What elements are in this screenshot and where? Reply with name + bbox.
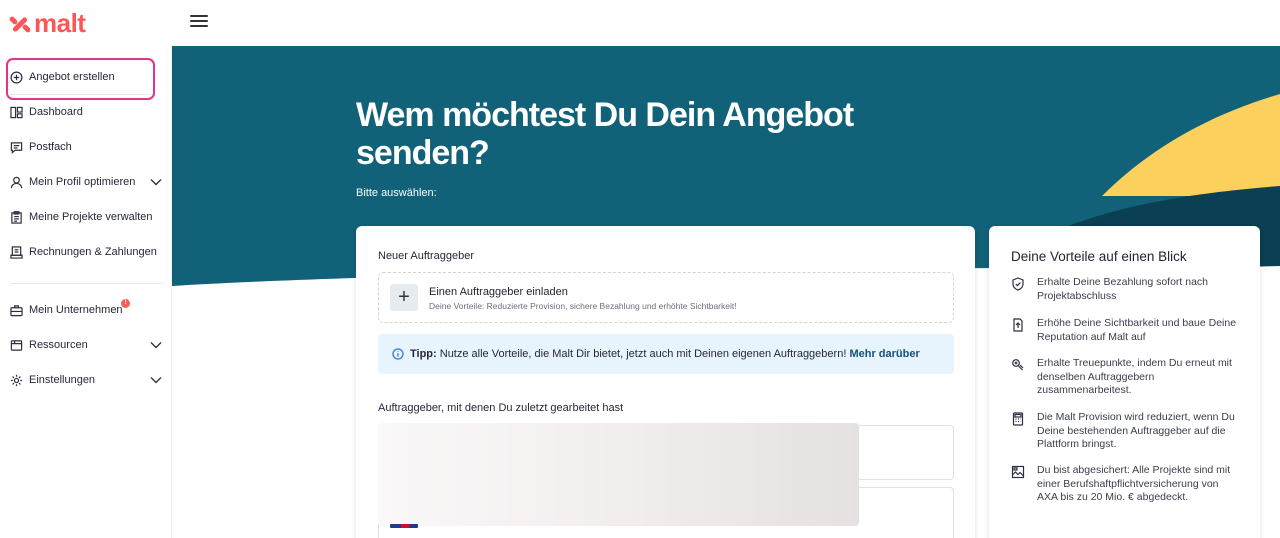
chevron-down-icon[interactable] [150, 339, 162, 351]
shield-check-icon [1011, 277, 1025, 291]
sidebar-item-label: Dashboard [29, 106, 83, 118]
sidebar-item-einstellungen[interactable]: Einstellungen [10, 370, 162, 390]
tip-text: Nutze alle Vorteile, die Malt Dir bietet… [439, 348, 847, 360]
malt-logo-icon [9, 16, 31, 32]
receipt-icon [10, 245, 23, 259]
benefit-item: Erhalte Deine Bezahlung sofort nach Proj… [1011, 276, 1241, 303]
gear-icon [10, 374, 23, 387]
benefit-text: Die Malt Provision wird reduziert, wenn … [1037, 411, 1235, 450]
sidebar-item-angebot-erstellen[interactable]: Angebot erstellen [10, 67, 160, 87]
sidebar-item-profil[interactable]: Mein Profil optimieren [10, 172, 162, 192]
page-subtitle: Bitte auswählen: [356, 187, 437, 199]
plus-circle-icon [10, 71, 23, 84]
tip-banner: Tipp: Nutze alle Vorteile, die Malt Dir … [378, 334, 954, 374]
sidebar-item-label: Mein Profil optimieren [29, 176, 136, 188]
sidebar-item-ressourcen[interactable]: Ressourcen [10, 335, 162, 355]
user-icon [10, 176, 23, 189]
benefit-text: Du bist abgesichert: Alle Projekte sind … [1037, 464, 1231, 503]
benefit-item: Du bist abgesichert: Alle Projekte sind … [1011, 464, 1241, 505]
plus-icon: + [390, 284, 418, 311]
benefit-item: Erhöhe Deine Sichtbarkeit und baue Deine… [1011, 317, 1241, 344]
invite-description: Deine Vorteile: Reduzierte Provision, si… [429, 301, 737, 311]
sidebar-item-label: Postfach [29, 141, 72, 153]
benefits-heading: Deine Vorteile auf einen Blick [1011, 249, 1187, 264]
sidebar-item-label: Einstellungen [29, 374, 96, 386]
benefit-item: Die Malt Provision wird reduziert, wenn … [1011, 411, 1241, 452]
sidebar-item-label: Meine Projekte verwalten [29, 211, 153, 223]
benefit-text: Erhöhe Deine Sichtbarkeit und baue Deine… [1037, 317, 1237, 343]
sidebar-item-label: Angebot erstellen [29, 71, 115, 83]
info-icon [392, 348, 404, 360]
sidebar-item-postfach[interactable]: Postfach [10, 137, 160, 157]
sidebar-item-label: Mein Unternehmen [29, 304, 123, 316]
menu-toggle-icon[interactable] [190, 15, 208, 29]
sidebar-item-label: Rechnungen & Zahlungen [29, 246, 157, 258]
benefit-item: Erhalte Treuepunkte, indem Du erneut mit… [1011, 357, 1241, 398]
notification-badge: ! [121, 299, 130, 308]
client-logo [390, 524, 418, 528]
tip-more-link[interactable]: Mehr darüber [849, 348, 919, 360]
malt-logo-text: malt [34, 8, 86, 38]
sidebar: Angebot erstellen Dashboard Postfach Mei… [0, 46, 172, 538]
invite-client-button[interactable]: + Einen Auftraggeber einladen Deine Vort… [378, 272, 954, 323]
insurance-icon [1011, 465, 1025, 479]
top-bar: malt [0, 0, 1280, 46]
sidebar-item-unternehmen[interactable]: Mein Unternehmen [10, 300, 160, 320]
sidebar-item-dashboard[interactable]: Dashboard [10, 102, 160, 122]
sidebar-item-label: Ressourcen [29, 339, 88, 351]
page-title: Wem möchtest Du Dein Angebot senden? [356, 96, 854, 172]
calculator-icon [1011, 412, 1025, 426]
new-client-heading: Neuer Auftraggeber [378, 250, 475, 262]
benefit-text: Erhalte Treuepunkte, indem Du erneut mit… [1037, 357, 1232, 396]
chevron-down-icon[interactable] [150, 374, 162, 386]
book-icon [10, 339, 23, 352]
client-selection-card: Neuer Auftraggeber + Einen Auftraggeber … [356, 226, 975, 538]
clipboard-icon [10, 210, 23, 224]
recent-clients-heading: Auftraggeber, mit denen Du zuletzt gearb… [378, 402, 624, 414]
tip-label: Tipp: [410, 348, 437, 360]
malt-logo[interactable]: malt [8, 8, 86, 39]
sidebar-item-rechnungen[interactable]: Rechnungen & Zahlungen [10, 242, 160, 262]
document-arrow-icon [1011, 318, 1025, 332]
chevron-down-icon[interactable] [150, 176, 162, 188]
redacted-overlay [378, 423, 859, 526]
message-icon [10, 141, 23, 154]
dashboard-icon [10, 106, 23, 119]
benefits-card: Deine Vorteile auf einen Blick Erhalte D… [989, 226, 1260, 538]
divider [8, 94, 150, 95]
divider [10, 283, 162, 284]
invite-title: Einen Auftraggeber einladen [429, 286, 568, 298]
handshake-icon [1011, 358, 1025, 372]
briefcase-icon [10, 304, 23, 317]
sidebar-item-projekte[interactable]: Meine Projekte verwalten [10, 207, 160, 227]
benefit-text: Erhalte Deine Bezahlung sofort nach Proj… [1037, 276, 1209, 302]
